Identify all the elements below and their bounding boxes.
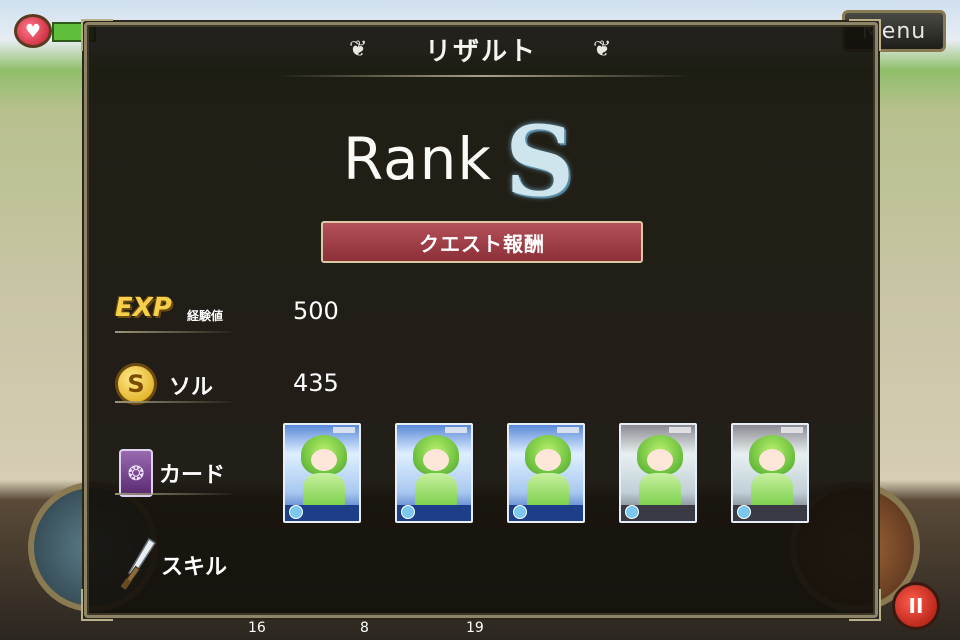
sol-label: ソル (169, 375, 214, 400)
exp-value: 500 (293, 297, 339, 325)
card-element-icon (401, 505, 415, 519)
exp-badge-icon: EXP (115, 293, 172, 323)
panel-corner-ornament (849, 589, 881, 621)
card-element-icon (289, 505, 303, 519)
card-rarity-tag (333, 427, 355, 433)
rank-letter: S (505, 105, 575, 218)
card-character-face (759, 449, 785, 471)
card-character-face (535, 449, 561, 471)
card-row-label: ❂ カード (115, 449, 235, 497)
exp-label: 経験値 (187, 309, 224, 323)
unit-count-1: 16 (248, 620, 266, 636)
card-character-face (423, 449, 449, 471)
card-rarity-tag (669, 427, 691, 433)
sword-icon (120, 537, 157, 590)
reward-card-5[interactable] (731, 423, 809, 523)
card-element-icon (625, 505, 639, 519)
card-rarity-tag (445, 427, 467, 433)
exp-row-label: EXP 経験値 (115, 291, 235, 335)
row-divider (115, 331, 237, 333)
card-label: カード (159, 463, 226, 488)
result-title: リザルト (424, 37, 537, 67)
card-element-icon (737, 505, 751, 519)
unit-count-2: 8 (360, 620, 369, 636)
card-character-body (639, 473, 681, 507)
heart-icon: ♥ (14, 14, 52, 48)
card-character-body (527, 473, 569, 507)
card-rarity-tag (557, 427, 579, 433)
quest-reward-header: クエスト報酬 (321, 221, 643, 263)
reward-card-1[interactable] (283, 423, 361, 523)
title-ornament-right-icon: ❦ (593, 37, 612, 62)
card-icon: ❂ (119, 449, 153, 497)
row-divider (115, 401, 237, 403)
rank-display: Rank S (343, 105, 583, 218)
card-character-face (311, 449, 337, 471)
card-rarity-tag (781, 427, 803, 433)
reward-card-3[interactable] (507, 423, 585, 523)
card-character-body (751, 473, 793, 507)
rank-word: Rank (343, 125, 492, 193)
sol-value: 435 (293, 369, 339, 397)
card-character-face (647, 449, 673, 471)
title-divider (279, 75, 689, 77)
card-character-body (303, 473, 345, 507)
card-character-body (415, 473, 457, 507)
result-panel: ❦ リザルト ❦ Rank S クエスト報酬 EXP 経験値 500 S ソル … (81, 19, 881, 621)
card-element-icon (513, 505, 527, 519)
coin-icon: S (115, 363, 157, 405)
row-divider (115, 493, 237, 495)
pause-button[interactable]: II (892, 582, 940, 630)
reward-card-4[interactable] (619, 423, 697, 523)
skill-label: スキル (161, 555, 228, 580)
panel-corner-ornament (81, 589, 113, 621)
skill-row-label: スキル (115, 537, 235, 590)
unit-count-3: 19 (466, 620, 484, 636)
reward-card-2[interactable] (395, 423, 473, 523)
